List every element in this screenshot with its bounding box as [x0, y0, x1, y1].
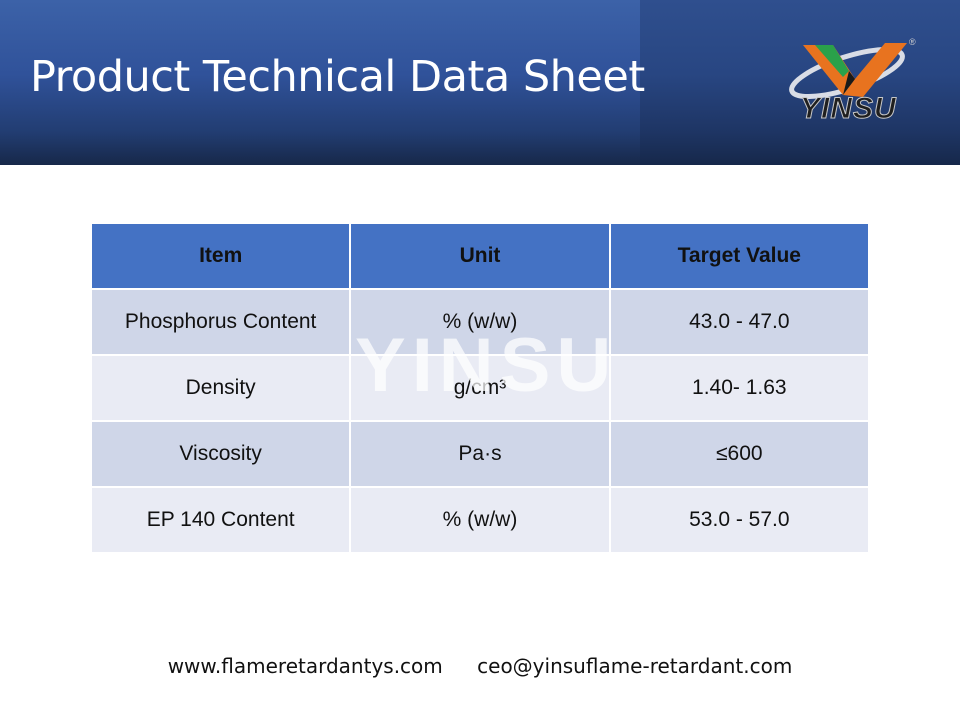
cell-item: Viscosity — [89, 420, 352, 488]
table-header-row: Item Unit Target Value — [89, 222, 871, 290]
column-header-item: Item — [89, 222, 352, 290]
cell-value: 1.40- 1.63 — [608, 354, 871, 422]
table-row: Viscosity Pa·s ≤600 — [89, 420, 871, 488]
cell-item: EP 140 Content — [89, 486, 352, 554]
header-banner: Product Technical Data Sheet ® YINSU — [0, 0, 960, 165]
cell-item: Phosphorus Content — [89, 288, 352, 356]
registered-mark: ® — [909, 37, 916, 47]
cell-value: 43.0 - 47.0 — [608, 288, 871, 356]
cell-value: ≤600 — [608, 420, 871, 488]
email-link[interactable]: ceo@yinsuflame-retardant.com — [477, 654, 792, 678]
column-header-unit: Unit — [349, 222, 611, 290]
column-header-target-value: Target Value — [608, 222, 871, 290]
cell-unit: Pa·s — [349, 420, 611, 488]
cell-unit: % (w/w) — [349, 486, 611, 554]
cell-value: 53.0 - 57.0 — [608, 486, 871, 554]
footer-contact: www.flameretardantys.com ceo@yinsuflame-… — [0, 654, 960, 678]
website-link[interactable]: www.flameretardantys.com — [168, 654, 443, 678]
page-title: Product Technical Data Sheet — [30, 52, 645, 102]
table-row: EP 140 Content % (w/w) 53.0 - 57.0 — [89, 486, 871, 554]
watermark: YINSU — [355, 323, 618, 408]
cell-item: Density — [89, 354, 352, 422]
logo-text: YINSU — [800, 92, 897, 126]
